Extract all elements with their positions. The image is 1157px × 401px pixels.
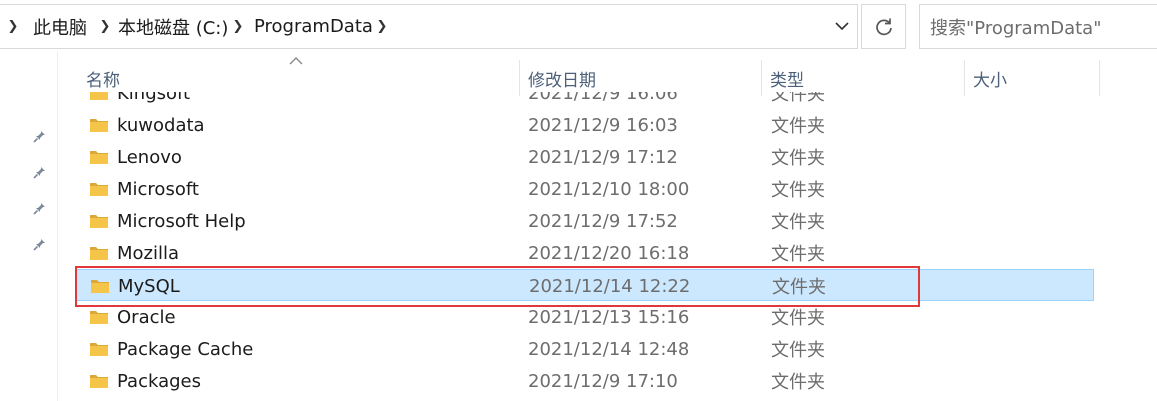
folder-icon: [90, 375, 108, 388]
chevron-right-icon[interactable]: ❯: [96, 5, 114, 48]
file-modified-date: 2021/12/14 12:22: [529, 275, 691, 297]
column-header-name[interactable]: 名称: [78, 60, 519, 96]
file-modified-date: 2021/12/14 12:48: [528, 338, 690, 360]
chevron-right-icon[interactable]: ❯: [4, 5, 22, 48]
pin-icon[interactable]: [32, 198, 50, 216]
folder-icon: [90, 119, 108, 132]
file-name: Kingsoft: [117, 92, 191, 104]
pin-icon[interactable]: [32, 162, 50, 180]
file-name: kuwodata: [117, 114, 205, 136]
file-name: Lenovo: [117, 146, 182, 168]
pin-icon[interactable]: [32, 234, 50, 252]
chevron-right-icon[interactable]: ❯: [373, 5, 391, 48]
folder-icon: [90, 183, 108, 196]
search-placeholder: 搜索"ProgramData": [930, 17, 1102, 39]
file-name: Microsoft Help: [117, 210, 246, 232]
breadcrumb-this-pc[interactable]: 此电脑: [33, 5, 87, 48]
file-row[interactable]: MySQL 2021/12/14 12:22 文件夹: [76, 269, 1094, 301]
file-row[interactable]: Mozilla 2021/12/20 16:18 文件夹: [76, 237, 1094, 269]
file-modified-date: 2021/12/13 15:16: [528, 306, 690, 328]
file-name: MySQL: [118, 275, 180, 297]
chevron-right-icon[interactable]: ❯: [229, 5, 247, 48]
file-type: 文件夹: [771, 180, 825, 201]
file-type: 文件夹: [772, 277, 826, 298]
file-modified-date: 2021/12/9 16:06: [528, 92, 678, 104]
address-bar[interactable]: ❯ 此电脑 ❯ 本地磁盘 (C:) ❯ ProgramData ❯: [0, 4, 858, 49]
file-name: Package Cache: [117, 338, 254, 360]
column-header-type[interactable]: 类型: [762, 60, 964, 96]
file-row[interactable]: Lenovo 2021/12/9 17:12 文件夹: [76, 141, 1094, 173]
file-modified-date: 2021/12/20 16:18: [528, 242, 690, 264]
column-header-date[interactable]: 修改日期: [520, 60, 761, 96]
file-type: 文件夹: [771, 116, 825, 137]
breadcrumb-local-disk[interactable]: 本地磁盘 (C:): [118, 5, 228, 48]
refresh-button[interactable]: [861, 4, 906, 49]
folder-icon: [90, 151, 108, 164]
breadcrumb-programdata[interactable]: ProgramData: [254, 5, 373, 48]
folder-icon: [90, 247, 108, 260]
chevron-down-icon[interactable]: [827, 5, 857, 48]
file-row[interactable]: Oracle 2021/12/13 15:16 文件夹: [76, 301, 1094, 333]
refresh-icon: [875, 18, 892, 35]
file-type: 文件夹: [771, 92, 825, 105]
file-name: Microsoft: [117, 178, 199, 200]
folder-icon: [90, 343, 108, 356]
file-name: Packages: [117, 370, 201, 392]
file-modified-date: 2021/12/10 18:00: [528, 178, 690, 200]
file-name: Mozilla: [117, 242, 180, 264]
file-type: 文件夹: [771, 148, 825, 169]
file-row[interactable]: Microsoft Help 2021/12/9 17:52 文件夹: [76, 205, 1094, 237]
folder-icon: [90, 92, 108, 100]
file-row[interactable]: kuwodata 2021/12/9 16:03 文件夹: [76, 109, 1094, 141]
file-modified-date: 2021/12/9 17:10: [528, 370, 678, 392]
file-list: Kingsoft 2021/12/9 16:06 文件夹 kuwodata 2021/1…: [58, 92, 1157, 401]
column-divider[interactable]: [1099, 60, 1100, 96]
file-row[interactable]: Package Cache 2021/12/14 12:48 文件夹: [76, 333, 1094, 365]
search-input[interactable]: 搜索"ProgramData": [919, 4, 1157, 49]
folder-icon: [90, 215, 108, 228]
file-type: 文件夹: [771, 340, 825, 361]
file-type: 文件夹: [771, 212, 825, 233]
file-modified-date: 2021/12/9 17:12: [528, 146, 678, 168]
file-explorer-window: ❯ 此电脑 ❯ 本地磁盘 (C:) ❯ ProgramData ❯ 搜索"Pro…: [0, 0, 1157, 401]
navigation-pane: [0, 52, 58, 401]
file-row[interactable]: Microsoft 2021/12/10 18:00 文件夹: [76, 173, 1094, 205]
folder-icon: [91, 280, 109, 293]
pin-icon[interactable]: [32, 126, 50, 144]
file-name: Oracle: [117, 306, 176, 328]
folder-icon: [90, 311, 108, 324]
file-type: 文件夹: [771, 372, 825, 393]
file-row[interactable]: Kingsoft 2021/12/9 16:06 文件夹: [76, 92, 1094, 109]
file-modified-date: 2021/12/9 16:03: [528, 114, 678, 136]
column-header-size[interactable]: 大小: [965, 60, 1099, 96]
file-type: 文件夹: [771, 244, 825, 265]
file-modified-date: 2021/12/9 17:52: [528, 210, 678, 232]
file-type: 文件夹: [771, 308, 825, 329]
file-row[interactable]: Packages 2021/12/9 17:10 文件夹: [76, 365, 1094, 397]
